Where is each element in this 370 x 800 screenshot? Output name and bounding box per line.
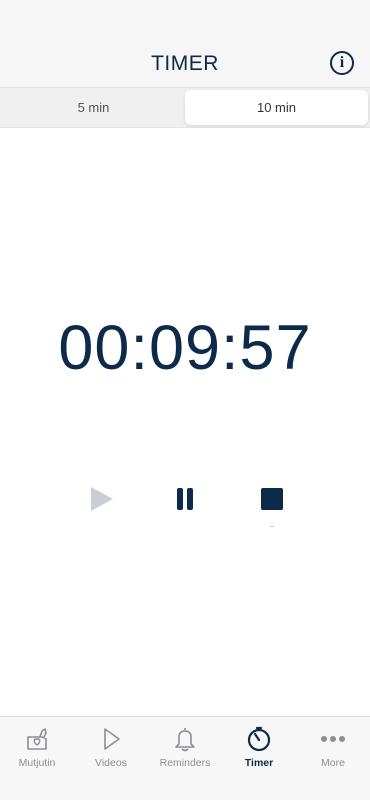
bell-icon [175, 728, 195, 752]
tab-label: Reminders [159, 757, 211, 769]
tab-bar: Mutjutin Videos Reminders Timer More [0, 716, 370, 800]
play-button[interactable] [86, 484, 116, 514]
pause-button[interactable] [170, 484, 200, 514]
stop-icon [261, 488, 283, 510]
more-dots-icon [321, 736, 345, 742]
stop-button[interactable] [257, 484, 287, 514]
play-icon [91, 487, 113, 511]
tab-label: More [321, 757, 345, 769]
tab-videos[interactable]: Videos [74, 717, 148, 800]
timer-controls [0, 484, 370, 514]
stop-indicator [270, 526, 274, 527]
timer-icon [247, 726, 271, 752]
tab-label: Timer [244, 757, 274, 769]
tab-more[interactable]: More [296, 717, 370, 800]
segment-5-min[interactable]: 5 min [2, 90, 185, 125]
tab-label: Mutjutin [18, 757, 56, 769]
timer-display: 00:09:57 [58, 313, 312, 383]
tab-label: Videos [95, 757, 127, 769]
play-outline-icon [104, 728, 120, 750]
segment-10-min[interactable]: 10 min [185, 90, 368, 125]
heart-box-icon [27, 728, 47, 750]
header-bar: TIMER i [0, 0, 370, 88]
info-icon[interactable]: i [330, 51, 354, 75]
tab-timer[interactable]: Timer [222, 717, 296, 800]
duration-segmented-control: 5 min 10 min [0, 88, 370, 128]
tab-mutjutin[interactable]: Mutjutin [0, 717, 74, 800]
tab-reminders[interactable]: Reminders [148, 717, 222, 800]
pause-icon [177, 488, 193, 510]
page-title: TIMER [151, 52, 219, 75]
